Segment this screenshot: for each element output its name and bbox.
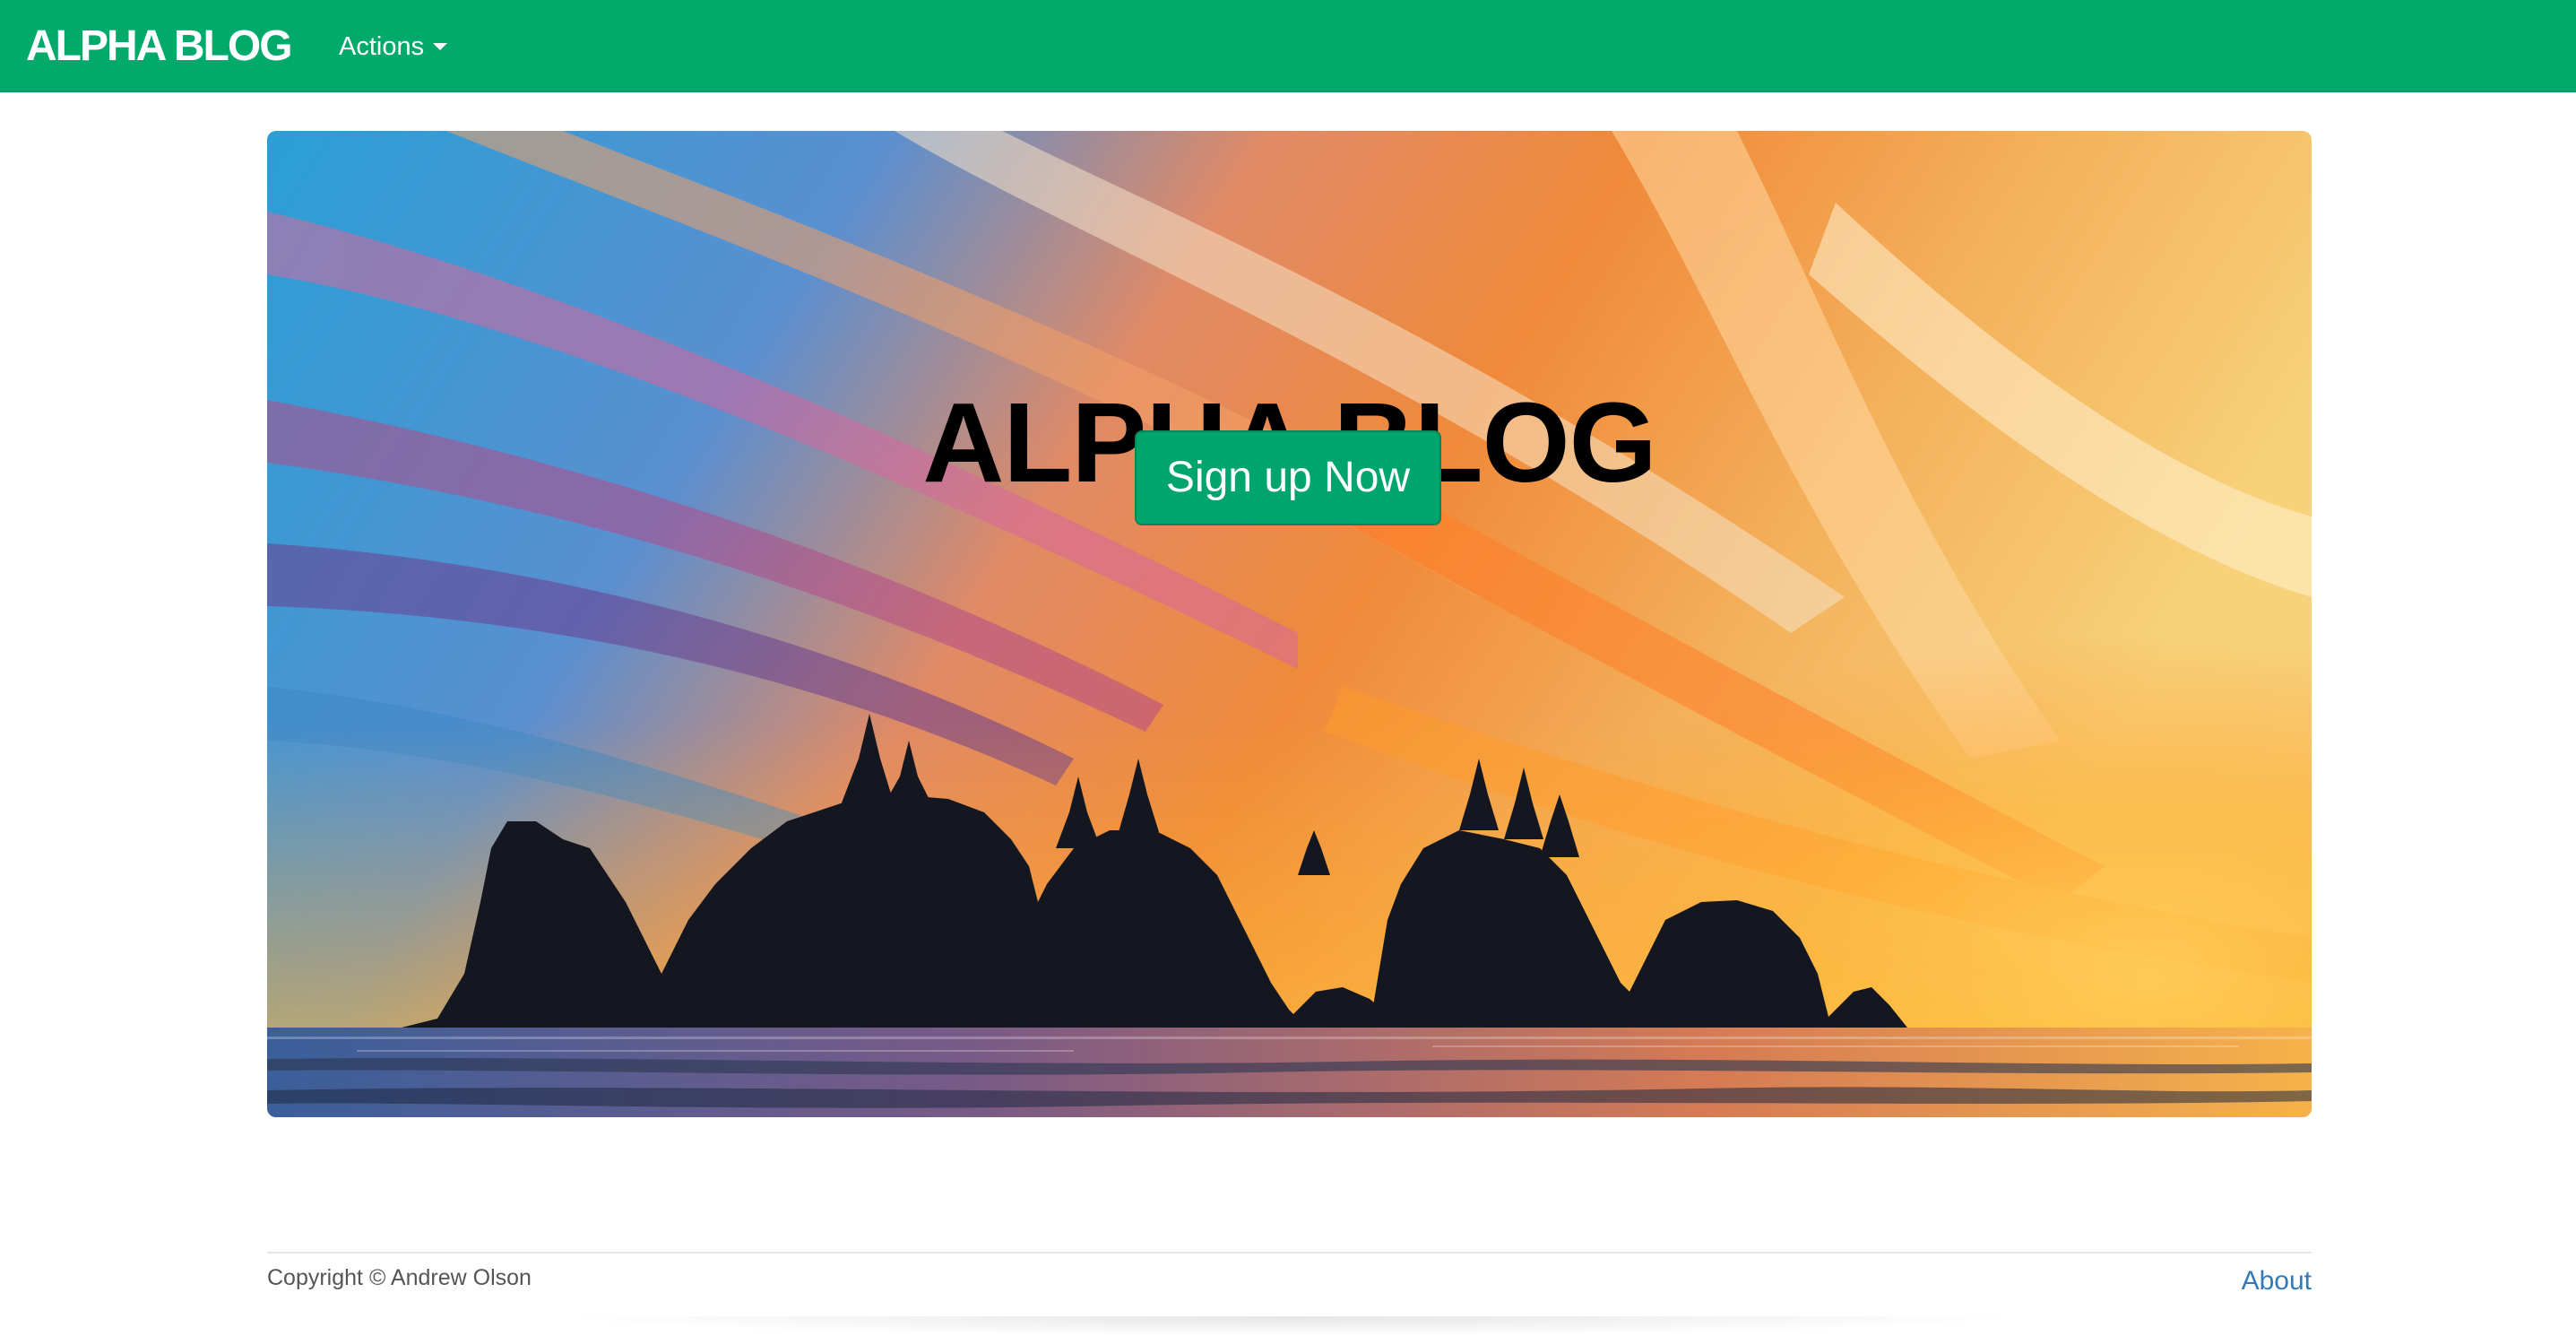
footer-divider [267,1252,2312,1254]
hero-jumbotron: ALPHA BLOG Sign up Now [267,131,2312,1117]
hero-background-image [267,131,2312,1117]
about-link[interactable]: About [2242,1264,2312,1298]
footer-shadow [556,1316,2026,1336]
footer-copyright: Copyright © Andrew Olson [267,1265,532,1290]
actions-dropdown-toggle[interactable]: Actions [339,29,448,65]
actions-label: Actions [339,32,425,61]
chevron-down-icon [433,43,448,50]
top-navbar: ALPHA BLOG Actions [0,0,2576,92]
signup-button[interactable]: Sign up Now [1135,430,1441,525]
brand-logo-link[interactable]: ALPHA BLOG [26,22,293,71]
